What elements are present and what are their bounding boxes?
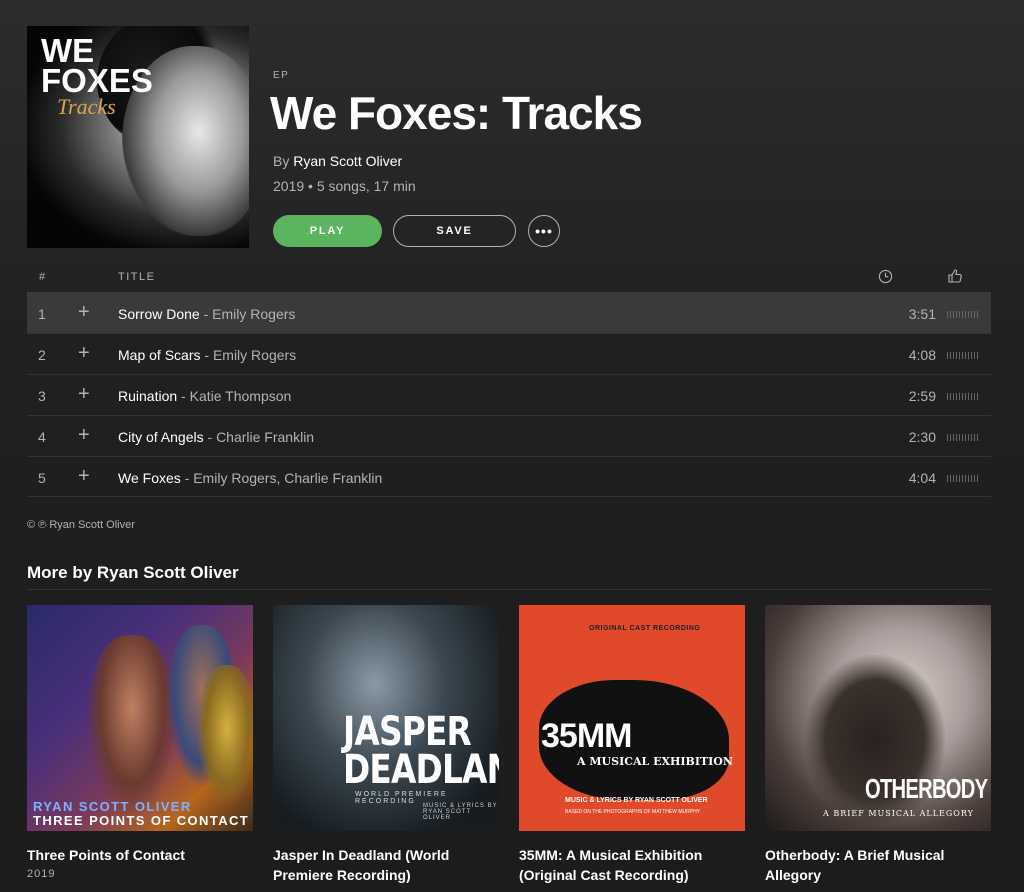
track-separator: - xyxy=(177,388,190,404)
popularity-bar xyxy=(947,475,979,482)
by-prefix: By xyxy=(273,153,290,169)
album-card-art[interactable]: OTHERBODY A BRIEF MUSICAL ALLEGORY xyxy=(765,605,991,831)
play-button[interactable]: PLAY xyxy=(273,215,382,247)
track-duration: 4:04 xyxy=(908,470,936,486)
album-page: WE FOXES Tracks EP We Foxes: Tracks By R… xyxy=(0,0,1024,892)
release-type-label: EP xyxy=(273,70,290,81)
track-duration: 2:30 xyxy=(908,429,936,445)
track-name: Map of Scars - Emily Rogers xyxy=(118,347,296,363)
track-name: We Foxes - Emily Rogers, Charlie Frankli… xyxy=(118,470,382,486)
track-number: 4 xyxy=(38,429,46,445)
column-number: # xyxy=(39,271,47,283)
album-card-title[interactable]: Jasper In Deadland (World Premiere Recor… xyxy=(273,845,499,885)
art-text: THREE POINTS OF CONTACT xyxy=(33,813,250,828)
clock-icon[interactable] xyxy=(878,269,893,284)
track-separator: - xyxy=(203,429,217,445)
add-icon[interactable]: + xyxy=(78,302,90,322)
add-icon[interactable]: + xyxy=(78,466,90,486)
track-artists[interactable]: Emily Rogers, Charlie Franklin xyxy=(193,470,382,486)
art-text: OTHERBODY xyxy=(865,773,988,804)
track-number: 5 xyxy=(38,470,46,486)
album-card-title[interactable]: 35MM: A Musical Exhibition (Original Cas… xyxy=(519,845,745,885)
track-separator: - xyxy=(180,470,194,486)
track-duration: 4:08 xyxy=(908,347,936,363)
tracklist-divider xyxy=(27,496,991,497)
art-text: RYAN SCOTT OLIVER xyxy=(33,799,192,814)
album-title: We Foxes: Tracks xyxy=(270,87,643,139)
album-byline: By Ryan Scott Oliver xyxy=(273,153,402,169)
album-meta: 2019 • 5 songs, 17 min xyxy=(273,178,416,194)
art-text: 35MM xyxy=(541,717,632,755)
track-separator: - xyxy=(200,347,213,363)
column-title[interactable]: TITLE xyxy=(118,271,155,283)
popularity-bar xyxy=(947,434,979,441)
track-title[interactable]: We Foxes xyxy=(118,470,181,486)
album-card-title[interactable]: Three Points of Contact xyxy=(27,845,253,865)
track-number: 3 xyxy=(38,388,46,404)
album-card-title[interactable]: Otherbody: A Brief Musical Allegory xyxy=(765,845,991,885)
album-card[interactable]: ORIGINAL CAST RECORDING 35MM A MUSICAL E… xyxy=(519,605,745,885)
album-card-art[interactable]: ORIGINAL CAST RECORDING 35MM A MUSICAL E… xyxy=(519,605,745,831)
art-text: MUSIC & LYRICS BY RYAN SCOTT OLIVER xyxy=(423,803,498,821)
track-name: Sorrow Done - Emily Rogers xyxy=(118,306,295,322)
track-title[interactable]: Sorrow Done xyxy=(118,306,200,322)
section-divider xyxy=(27,589,991,590)
album-card-year: 2019 xyxy=(27,868,56,880)
add-icon[interactable]: + xyxy=(78,343,90,363)
ellipsis-icon: ••• xyxy=(535,223,553,239)
art-figure-shape xyxy=(87,635,177,815)
art-text: A BRIEF MUSICAL ALLEGORY xyxy=(823,809,974,818)
save-button[interactable]: SAVE xyxy=(393,215,516,247)
track-row[interactable]: 2 + Map of Scars - Emily Rogers 4:08 xyxy=(27,333,991,374)
track-separator: - xyxy=(199,306,213,322)
popularity-bar xyxy=(947,311,979,318)
tracklist-header: # TITLE xyxy=(27,262,991,292)
track-title[interactable]: City of Angels xyxy=(118,429,204,445)
thumbs-up-icon[interactable] xyxy=(947,268,963,284)
add-icon[interactable]: + xyxy=(78,425,90,445)
add-icon[interactable]: + xyxy=(78,384,90,404)
track-artists[interactable]: Emily Rogers xyxy=(213,347,296,363)
artist-link[interactable]: Ryan Scott Oliver xyxy=(293,153,402,169)
more-options-button[interactable]: ••• xyxy=(528,215,560,247)
art-text: BASED ON THE PHOTOGRAPHS OF MATTHEW MURP… xyxy=(565,809,701,815)
album-card-art[interactable]: JASPER DEADLAND WORLD PREMIERE RECORDING… xyxy=(273,605,499,831)
track-row[interactable]: 1 + Sorrow Done - Emily Rogers 3:51 xyxy=(27,292,991,333)
popularity-bar xyxy=(947,393,979,400)
art-text: A MUSICAL EXHIBITION xyxy=(577,755,733,768)
track-name: City of Angels - Charlie Franklin xyxy=(118,429,314,445)
cover-title-text: WE FOXES xyxy=(41,32,153,99)
more-by-heading: More by Ryan Scott Oliver xyxy=(27,563,239,582)
track-duration: 3:51 xyxy=(908,306,936,322)
track-duration: 2:59 xyxy=(908,388,936,404)
art-text: MUSIC & LYRICS BY RYAN SCOTT OLIVER xyxy=(565,797,708,804)
track-title[interactable]: Map of Scars xyxy=(118,347,200,363)
album-cover[interactable]: WE FOXES Tracks xyxy=(27,26,249,248)
art-figure-shape xyxy=(197,665,253,805)
track-artists[interactable]: Charlie Franklin xyxy=(216,429,314,445)
popularity-bar xyxy=(947,352,979,359)
track-row[interactable]: 5 + We Foxes - Emily Rogers, Charlie Fra… xyxy=(27,456,991,497)
album-card[interactable]: RYAN SCOTT OLIVER THREE POINTS OF CONTAC… xyxy=(27,605,253,880)
track-artists[interactable]: Katie Thompson xyxy=(190,388,292,404)
track-name: Ruination - Katie Thompson xyxy=(118,388,291,404)
album-card[interactable]: JASPER DEADLAND WORLD PREMIERE RECORDING… xyxy=(273,605,499,885)
track-artists[interactable]: Emily Rogers xyxy=(212,306,295,322)
track-number: 1 xyxy=(38,306,46,322)
track-row[interactable]: 4 + City of Angels - Charlie Franklin 2:… xyxy=(27,415,991,456)
album-card-art[interactable]: RYAN SCOTT OLIVER THREE POINTS OF CONTAC… xyxy=(27,605,253,831)
art-text: JASPER DEADLAND xyxy=(343,709,499,793)
track-row[interactable]: 3 + Ruination - Katie Thompson 2:59 xyxy=(27,374,991,415)
cover-subtitle-text: Tracks xyxy=(57,94,116,119)
track-title[interactable]: Ruination xyxy=(118,388,177,404)
copyright-text: © ℗ Ryan Scott Oliver xyxy=(27,519,135,531)
art-text: ORIGINAL CAST RECORDING xyxy=(589,625,701,632)
track-number: 2 xyxy=(38,347,46,363)
album-card[interactable]: OTHERBODY A BRIEF MUSICAL ALLEGORY Other… xyxy=(765,605,991,885)
